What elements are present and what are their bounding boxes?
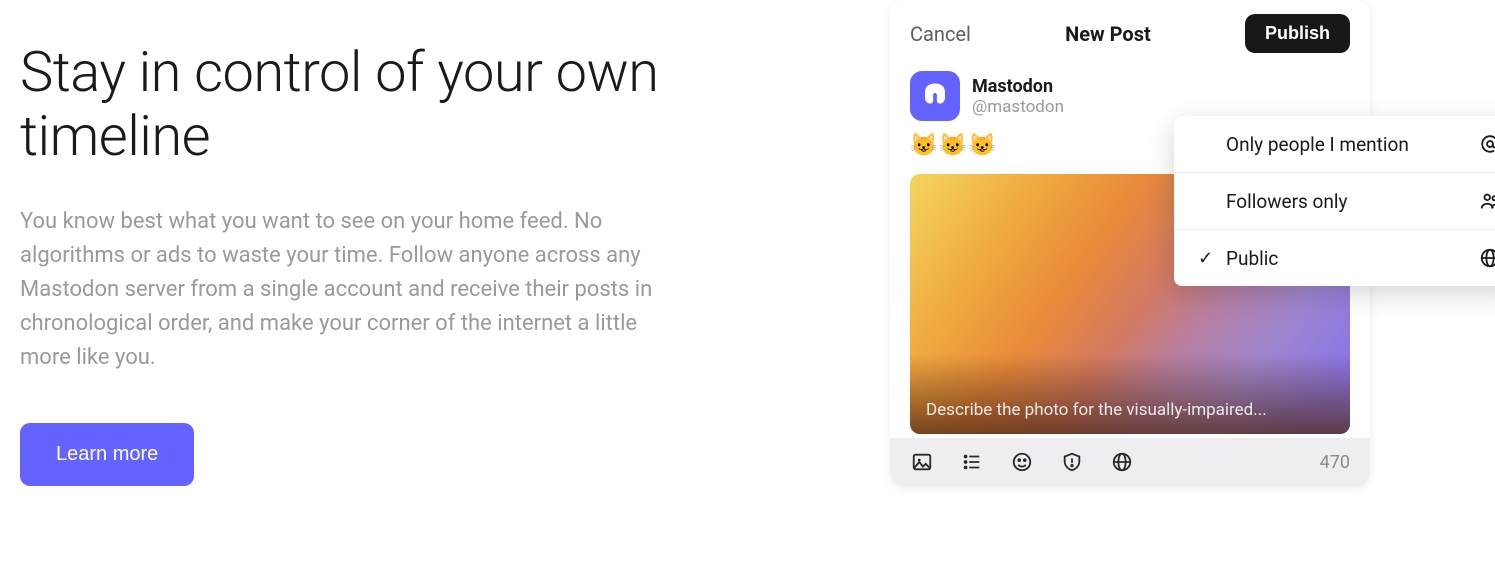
visibility-option-public[interactable]: ✓ Public (1174, 230, 1495, 286)
image-icon[interactable] (910, 450, 934, 474)
compose-header: Cancel New Post Publish (890, 0, 1370, 67)
at-icon (1478, 132, 1495, 156)
author-name: Mastodon (972, 76, 1064, 97)
compose-title: New Post (1065, 22, 1151, 46)
visibility-option-followers[interactable]: ✓ Followers only (1174, 173, 1495, 230)
cancel-button[interactable]: Cancel (910, 22, 971, 46)
visibility-option-mention[interactable]: ✓ Only people I mention (1174, 116, 1495, 173)
compose-footer: 470 (890, 438, 1370, 486)
avatar (910, 71, 960, 121)
visibility-label: Public (1226, 247, 1468, 270)
globe-icon (1478, 246, 1495, 270)
hero-headline: Stay in control of your own timeline (20, 40, 720, 169)
emoji-icon[interactable] (1010, 450, 1034, 474)
poll-icon[interactable] (960, 450, 984, 474)
visibility-popover: ✓ Only people I mention ✓ Followers only… (1174, 116, 1495, 286)
visibility-globe-icon[interactable] (1110, 450, 1134, 474)
check-icon: ✓ (1198, 248, 1216, 269)
mastodon-logo-icon (920, 81, 950, 111)
alt-text-prompt[interactable]: Describe the photo for the visually-impa… (926, 400, 1267, 420)
author-handle: @mastodon (972, 97, 1064, 117)
followers-icon (1478, 189, 1495, 213)
learn-more-button[interactable]: Learn more (20, 423, 194, 486)
character-count: 470 (1320, 452, 1350, 473)
publish-button[interactable]: Publish (1245, 14, 1350, 53)
author-row: Mastodon @mastodon (910, 71, 1350, 121)
content-warning-icon[interactable] (1060, 450, 1084, 474)
visibility-label: Followers only (1226, 190, 1468, 213)
hero-body: You know best what you want to see on yo… (20, 205, 660, 375)
visibility-label: Only people I mention (1226, 133, 1468, 156)
